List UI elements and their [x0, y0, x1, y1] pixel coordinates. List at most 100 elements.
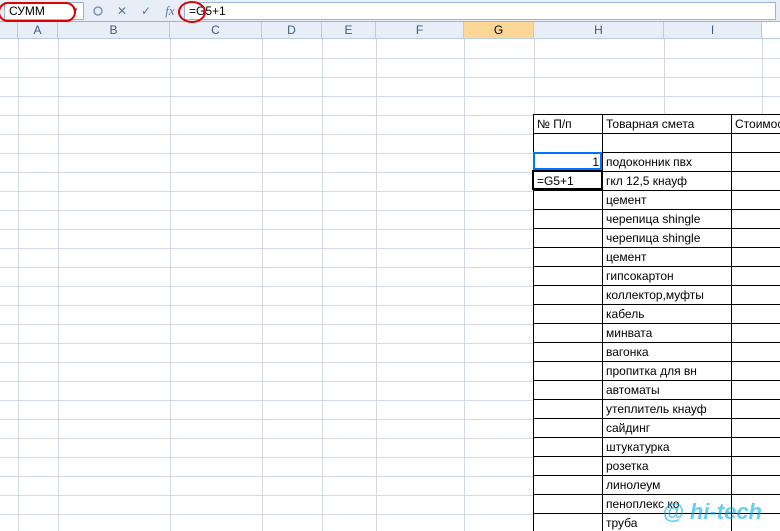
header-cell[interactable]: Товарная смета: [602, 114, 732, 134]
cell[interactable]: штукатурка: [602, 437, 732, 457]
table-row: линолеум4500: [534, 476, 780, 495]
col-header[interactable]: E: [322, 22, 376, 38]
col-header[interactable]: C: [170, 22, 262, 38]
cell[interactable]: [533, 209, 603, 229]
cell[interactable]: пропитка для вн: [602, 361, 732, 381]
table-row: цемент270: [534, 248, 780, 267]
table-row: кабель260: [534, 305, 780, 324]
cell[interactable]: [533, 247, 603, 267]
confirm-icon[interactable]: ✓: [136, 2, 156, 20]
cell[interactable]: 450: [731, 342, 780, 362]
cell[interactable]: гипсокартон: [602, 266, 732, 286]
header-cell[interactable]: № П/п: [533, 114, 603, 134]
table-row: сайдинг3800: [534, 419, 780, 438]
cell[interactable]: 450: [731, 285, 780, 305]
cell[interactable]: кабель: [602, 304, 732, 324]
cell[interactable]: 5200: [731, 209, 780, 229]
cell[interactable]: черепица shingle: [602, 228, 732, 248]
cell[interactable]: [533, 361, 603, 381]
cell[interactable]: [533, 228, 603, 248]
chevron-down-icon[interactable]: ▼: [71, 6, 79, 15]
spreadsheet-grid[interactable]: № П/п Товарная смета Стоимость 1подоконн…: [0, 39, 780, 531]
table-row: цемент270: [534, 191, 780, 210]
cell[interactable]: утеплитель кнауф: [602, 399, 732, 419]
cell[interactable]: 380: [731, 171, 780, 191]
cell[interactable]: 270: [731, 247, 780, 267]
col-header[interactable]: A: [18, 22, 58, 38]
cell[interactable]: [533, 266, 603, 286]
cell[interactable]: [533, 513, 603, 531]
fx-button[interactable]: fx: [160, 2, 180, 20]
col-header[interactable]: B: [58, 22, 170, 38]
cancel-icon[interactable]: ✕: [112, 2, 132, 20]
col-header[interactable]: D: [262, 22, 322, 38]
name-box[interactable]: СУММ ▼: [4, 2, 84, 20]
cell[interactable]: линолеум: [602, 475, 732, 495]
cell[interactable]: цемент: [602, 247, 732, 267]
cell[interactable]: 4500: [731, 475, 780, 495]
cell[interactable]: розетка: [602, 456, 732, 476]
formula-input[interactable]: =G5+1: [184, 2, 776, 20]
cell[interactable]: [533, 133, 603, 153]
cell[interactable]: [533, 285, 603, 305]
cell[interactable]: 260: [731, 304, 780, 324]
formula-text: =G5+1: [189, 4, 226, 18]
cell[interactable]: [533, 437, 603, 457]
cell[interactable]: 1700: [731, 380, 780, 400]
cell[interactable]: автоматы: [602, 380, 732, 400]
col-header[interactable]: I: [664, 22, 762, 38]
cell[interactable]: 380: [731, 266, 780, 286]
cell[interactable]: [731, 133, 780, 153]
editing-text: =G5+1: [537, 174, 574, 188]
cell[interactable]: гкл 12,5 кнауф: [602, 171, 732, 191]
cell[interactable]: минвата: [602, 323, 732, 343]
table-row: коллектор,муфты450: [534, 286, 780, 305]
cell[interactable]: [533, 475, 603, 495]
cell[interactable]: вагонка: [602, 342, 732, 362]
cell[interactable]: 1: [533, 152, 603, 172]
cell[interactable]: [533, 494, 603, 514]
cell[interactable]: 2600: [731, 361, 780, 381]
cell[interactable]: [533, 418, 603, 438]
cell[interactable]: 2500: [731, 437, 780, 457]
cell[interactable]: подоконник пвх: [602, 152, 732, 172]
column-headers: A B C D E F G H I: [0, 22, 780, 39]
cell[interactable]: [602, 133, 732, 153]
col-header[interactable]: H: [534, 22, 664, 38]
cell[interactable]: [533, 304, 603, 324]
cell[interactable]: сайдинг: [602, 418, 732, 438]
cell[interactable]: [533, 342, 603, 362]
cell[interactable]: [533, 399, 603, 419]
cell[interactable]: 900: [731, 456, 780, 476]
table-row: автоматы1700: [534, 381, 780, 400]
table-row: черепица shingle5200: [534, 229, 780, 248]
col-header[interactable]: F: [376, 22, 464, 38]
table-row: розетка900: [534, 457, 780, 476]
cell[interactable]: черепица shingle: [602, 209, 732, 229]
table-row: штукатурка2500: [534, 438, 780, 457]
table-row: утеплитель кнауф2800: [534, 400, 780, 419]
cell[interactable]: 3800: [731, 418, 780, 438]
cell[interactable]: [533, 380, 603, 400]
cell[interactable]: 1500: [731, 152, 780, 172]
table-header-row: № П/п Товарная смета Стоимость: [534, 115, 780, 134]
circle-icon[interactable]: [88, 2, 108, 20]
cell[interactable]: цемент: [602, 190, 732, 210]
name-box-value: СУММ: [9, 4, 45, 18]
select-all-corner[interactable]: [0, 22, 18, 38]
header-cell[interactable]: Стоимость: [731, 114, 780, 134]
cell[interactable]: 270: [731, 190, 780, 210]
cell[interactable]: [533, 456, 603, 476]
cell[interactable]: 5200: [731, 228, 780, 248]
cell[interactable]: [533, 323, 603, 343]
col-header[interactable]: G: [464, 22, 534, 38]
cell[interactable]: 2800: [731, 399, 780, 419]
editing-cell[interactable]: =G5+1: [534, 172, 601, 188]
table-row: минвата310: [534, 324, 780, 343]
cell[interactable]: 310: [731, 323, 780, 343]
cell[interactable]: коллектор,муфты: [602, 285, 732, 305]
cell[interactable]: [533, 190, 603, 210]
table-row: черепица shingle5200: [534, 210, 780, 229]
table-row: 1подоконник пвх1500: [534, 153, 780, 172]
table-row: [534, 134, 780, 153]
